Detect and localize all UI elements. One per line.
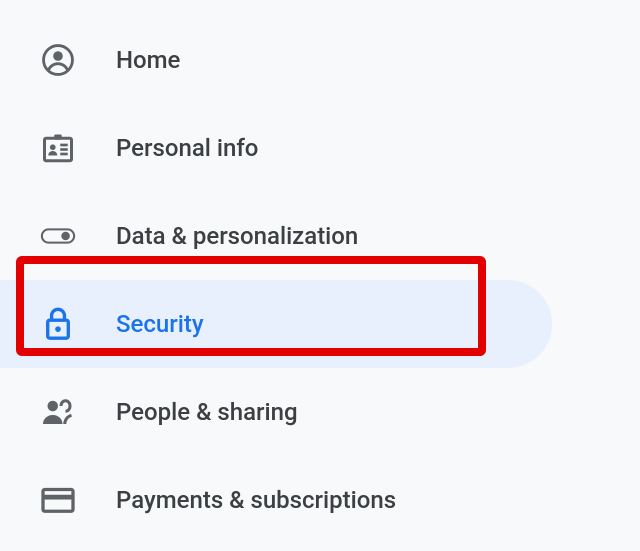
- sidebar-item-security[interactable]: Security: [0, 280, 552, 368]
- sidebar-item-label: Payments & subscriptions: [116, 486, 396, 514]
- people-icon: [40, 394, 76, 430]
- sidebar-item-label: Home: [116, 46, 180, 74]
- sidebar-item-data-personalization[interactable]: Data & personalization: [0, 192, 640, 280]
- account-circle-icon: [40, 42, 76, 78]
- lock-icon: [40, 306, 76, 342]
- sidebar-item-home[interactable]: Home: [0, 16, 640, 104]
- sidebar-item-label: Personal info: [116, 134, 258, 162]
- sidebar-nav: Home Personal info Data & personalizatio…: [0, 0, 640, 544]
- sidebar-item-label: People & sharing: [116, 398, 298, 426]
- sidebar-item-payments-subscriptions[interactable]: Payments & subscriptions: [0, 456, 640, 544]
- sidebar-item-personal-info[interactable]: Personal info: [0, 104, 640, 192]
- id-badge-icon: [40, 130, 76, 166]
- sidebar-item-people-sharing[interactable]: People & sharing: [0, 368, 640, 456]
- sidebar-item-label: Data & personalization: [116, 222, 358, 250]
- toggle-icon: [40, 218, 76, 254]
- sidebar-item-label: Security: [116, 310, 204, 338]
- credit-card-icon: [40, 482, 76, 518]
